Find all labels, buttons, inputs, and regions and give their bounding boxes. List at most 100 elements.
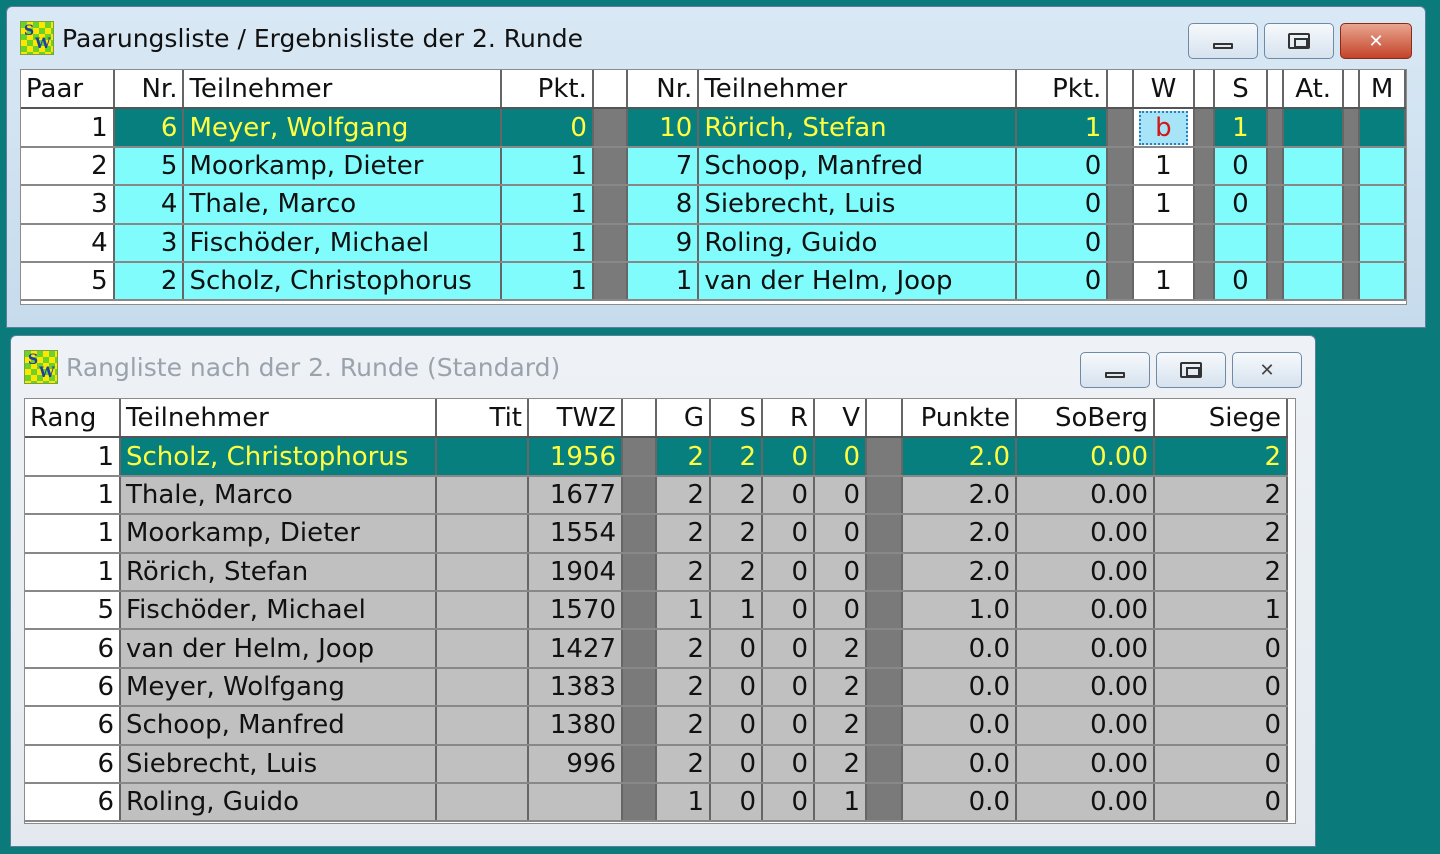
wins[interactable]: 2 <box>710 552 763 592</box>
col-header-paar[interactable]: Paar <box>21 70 115 110</box>
result-black-cell[interactable]: 1 <box>1213 108 1269 148</box>
title-cell[interactable] <box>436 437 529 477</box>
points[interactable]: 2.0 <box>902 437 1017 477</box>
wins-count[interactable]: 0 <box>1154 782 1288 823</box>
player-name[interactable]: Scholz, Christophorus <box>120 437 437 477</box>
black-player-number[interactable]: 7 <box>626 146 700 187</box>
col-header-punkte[interactable]: Punkte <box>902 399 1017 439</box>
rank[interactable]: 6 <box>25 782 121 823</box>
wins[interactable]: 2 <box>710 514 763 554</box>
losses[interactable]: 0 <box>814 590 867 631</box>
rating[interactable]: 1383 <box>528 667 623 708</box>
rating[interactable]: 996 <box>528 744 623 784</box>
col-header-nr-2[interactable]: Nr. <box>626 70 700 110</box>
player-name[interactable]: Roling, Guido <box>120 782 437 823</box>
losses[interactable]: 2 <box>814 706 867 746</box>
col-header-pkt-2[interactable]: Pkt. <box>1015 70 1109 110</box>
wins-count[interactable]: 0 <box>1154 629 1288 669</box>
rank[interactable]: 6 <box>25 706 121 746</box>
black-player-points[interactable]: 0 <box>1015 261 1109 302</box>
m-cell[interactable] <box>1359 108 1406 148</box>
ranking-row[interactable]: 5 Fischöder, Michael 1570 1 1 0 0 1.0 0.00 1 <box>25 590 1288 631</box>
rating[interactable]: 1677 <box>528 475 623 516</box>
close-button[interactable]: ✕ <box>1232 352 1302 388</box>
white-player-name[interactable]: Scholz, Christophorus <box>183 261 503 302</box>
draws[interactable]: 0 <box>762 782 815 823</box>
games[interactable]: 2 <box>656 706 711 746</box>
m-cell[interactable] <box>1359 146 1406 187</box>
col-header-twz[interactable]: TWZ <box>528 399 623 439</box>
losses[interactable]: 2 <box>814 744 867 784</box>
ranking-titlebar[interactable]: SW Rangliste nach der 2. Runde (Standard… <box>24 336 1302 398</box>
black-player-number[interactable]: 9 <box>626 223 700 263</box>
ranking-row[interactable]: 1 Scholz, Christophorus 1956 2 2 0 0 2.0 0.00 2 <box>25 437 1288 477</box>
white-player-points[interactable]: 1 <box>501 261 594 302</box>
pairing-row[interactable]: 4 3 Fischöder, Michael 1 9 Roling, Guido 0 <box>21 223 1406 263</box>
pairing-row[interactable]: 2 5 Moorkamp, Dieter 1 7 Schoop, Manfred 0 1 0 <box>21 146 1406 187</box>
games[interactable]: 2 <box>656 744 711 784</box>
at-cell[interactable] <box>1283 261 1345 302</box>
result-edit-field[interactable]: b <box>1139 110 1188 145</box>
losses[interactable]: 0 <box>814 552 867 592</box>
col-header-teilnehmer[interactable]: Teilnehmer <box>120 399 437 439</box>
col-header-teilnehmer[interactable]: Teilnehmer <box>183 70 503 110</box>
ranking-row[interactable]: 6 Siebrecht, Luis 996 2 0 0 2 0.0 0.00 0 <box>25 744 1288 784</box>
col-header-m[interactable]: M <box>1359 70 1406 110</box>
ranking-row[interactable]: 1 Moorkamp, Dieter 1554 2 2 0 0 2.0 0.00 2 <box>25 514 1288 554</box>
losses[interactable]: 0 <box>814 514 867 554</box>
player-name[interactable]: Thale, Marco <box>120 475 437 516</box>
draws[interactable]: 0 <box>762 552 815 592</box>
white-player-number[interactable]: 4 <box>113 185 185 225</box>
black-player-name[interactable]: van der Helm, Joop <box>698 261 1017 302</box>
black-player-name[interactable]: Siebrecht, Luis <box>698 185 1017 225</box>
m-cell[interactable] <box>1359 223 1406 263</box>
rating[interactable]: 1570 <box>528 590 623 631</box>
pairing-row[interactable]: 1 6 Meyer, Wolfgang 0 10 Rörich, Stefan 1 b 1 <box>21 108 1406 148</box>
player-name[interactable]: van der Helm, Joop <box>120 629 437 669</box>
result-black-cell[interactable]: 0 <box>1213 261 1269 302</box>
ranking-row[interactable]: 6 van der Helm, Joop 1427 2 0 0 2 0.0 0.00 0 <box>25 629 1288 669</box>
result-black-cell[interactable]: 0 <box>1213 185 1269 225</box>
points[interactable]: 0.0 <box>902 782 1017 823</box>
col-header-nr[interactable]: Nr. <box>113 70 185 110</box>
col-header-siege[interactable]: Siege <box>1154 399 1288 439</box>
black-player-number[interactable]: 1 <box>626 261 700 302</box>
points[interactable]: 1.0 <box>902 590 1017 631</box>
games[interactable]: 2 <box>656 437 711 477</box>
title-cell[interactable] <box>436 590 529 631</box>
result-black-cell[interactable] <box>1213 223 1269 263</box>
rank[interactable]: 1 <box>25 475 121 516</box>
player-name[interactable]: Rörich, Stefan <box>120 552 437 592</box>
wins-count[interactable]: 2 <box>1154 475 1288 516</box>
col-header-at[interactable]: At. <box>1283 70 1345 110</box>
sonneborn-berger[interactable]: 0.00 <box>1016 744 1155 784</box>
black-player-points[interactable]: 0 <box>1015 223 1109 263</box>
games[interactable]: 2 <box>656 475 711 516</box>
col-header-r[interactable]: R <box>762 399 815 439</box>
rank[interactable]: 5 <box>25 590 121 631</box>
draws[interactable]: 0 <box>762 475 815 516</box>
losses[interactable]: 0 <box>814 475 867 516</box>
rating[interactable]: 1380 <box>528 706 623 746</box>
games[interactable]: 2 <box>656 629 711 669</box>
white-player-name[interactable]: Meyer, Wolfgang <box>183 108 503 148</box>
draws[interactable]: 0 <box>762 667 815 708</box>
wins[interactable]: 2 <box>710 475 763 516</box>
rating[interactable]: 1427 <box>528 629 623 669</box>
player-name[interactable]: Meyer, Wolfgang <box>120 667 437 708</box>
sonneborn-berger[interactable]: 0.00 <box>1016 782 1155 823</box>
points[interactable]: 0.0 <box>902 629 1017 669</box>
minimize-button[interactable] <box>1080 352 1150 388</box>
draws[interactable]: 0 <box>762 514 815 554</box>
pairing-row[interactable]: 3 4 Thale, Marco 1 8 Siebrecht, Luis 0 1 0 <box>21 185 1406 225</box>
player-name[interactable]: Fischöder, Michael <box>120 590 437 631</box>
white-player-number[interactable]: 6 <box>113 108 185 148</box>
points[interactable]: 2.0 <box>902 514 1017 554</box>
ranking-row[interactable]: 1 Thale, Marco 1677 2 2 0 0 2.0 0.00 2 <box>25 475 1288 516</box>
games[interactable]: 1 <box>656 590 711 631</box>
at-cell[interactable] <box>1283 108 1345 148</box>
games[interactable]: 1 <box>656 782 711 823</box>
col-header-teilnehmer-2[interactable]: Teilnehmer <box>698 70 1017 110</box>
points[interactable]: 0.0 <box>902 744 1017 784</box>
white-player-points[interactable]: 1 <box>501 185 594 225</box>
